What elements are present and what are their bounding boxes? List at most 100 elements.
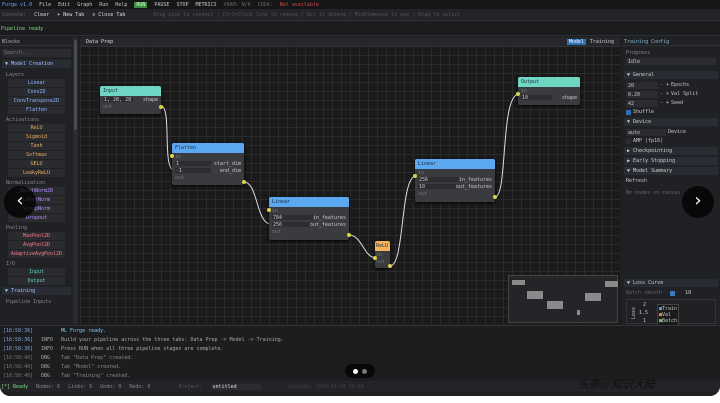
device-section[interactable]: ▼ Device <box>624 118 718 126</box>
log-timestamp: [16:58:40] <box>3 364 34 370</box>
canvas-minimap[interactable] <box>508 275 618 323</box>
node-linear-2[interactable]: Linear in 256 in_features 10 out_features … <box>413 159 497 202</box>
input-pin[interactable] <box>413 174 417 178</box>
output-pin[interactable] <box>159 105 163 109</box>
log-level: INFO <box>41 346 54 352</box>
block-input[interactable]: Input <box>8 268 65 276</box>
pause-button[interactable]: PAUSE <box>154 2 169 8</box>
vram-readout: VRAM: N/A <box>223 1 251 8</box>
project-name-input[interactable]: untitled <box>210 383 261 390</box>
pipeline-inputs-label: Pipeline Inputs <box>6 299 52 305</box>
start-dim-field[interactable]: 1 <box>175 161 212 167</box>
project-label: Project: <box>178 383 203 390</box>
model-creation-section[interactable]: ▼ Model Creation <box>2 60 71 68</box>
batch-smooth-slider[interactable] <box>670 290 676 296</box>
block-relu[interactable]: ReLU <box>8 124 65 132</box>
block-softmax[interactable]: Softmax <box>8 151 65 159</box>
clear-button[interactable]: Clear <box>34 12 49 18</box>
shape-field[interactable]: 1, 28, 28 <box>103 97 134 103</box>
node-relu[interactable]: ReLU in out <box>373 241 392 268</box>
device-select[interactable]: auto <box>626 128 666 136</box>
block-sigmoid[interactable]: Sigmoid <box>8 133 65 141</box>
page-dot-2[interactable] <box>362 368 367 374</box>
node-title: ReLU <box>375 241 390 251</box>
amp-label: AMP (fp16) <box>633 138 664 144</box>
node-input[interactable]: Input 1, 28, 28 shape out <box>100 86 163 114</box>
val-split-stepper[interactable]: - + <box>660 91 669 97</box>
node-flatten[interactable]: Flatten in 1 start_dim -1 end_dim out <box>170 143 246 185</box>
output-pin[interactable] <box>388 264 392 268</box>
block-convtranspose2d[interactable]: ConvTranspose2D <box>8 97 65 105</box>
prev-arrow-button[interactable]: ‹ <box>4 186 36 218</box>
block-conv2d[interactable]: Conv2D <box>8 88 65 96</box>
general-section[interactable]: ▼ General <box>624 71 718 79</box>
ytick: 1.5 <box>639 310 649 316</box>
log-timestamp: [16:58:36] <box>3 346 34 352</box>
menu-graph[interactable]: Graph <box>77 2 92 8</box>
metrics-button[interactable]: METRICS <box>195 2 216 8</box>
node-linear-1[interactable]: Linear in 784 in_features 256 out_features… <box>267 197 351 240</box>
seed-stepper[interactable]: - + <box>660 100 669 106</box>
menu-help[interactable]: Help <box>115 2 127 8</box>
input-pin[interactable] <box>373 256 377 260</box>
training-section[interactable]: ▼ Training <box>2 287 71 295</box>
epochs-stepper[interactable]: - + <box>660 82 669 88</box>
output-pin[interactable] <box>242 180 246 184</box>
blocks-search-input[interactable]: Search... <box>2 49 71 57</box>
stop-button[interactable]: STOP <box>176 2 188 8</box>
new-tab-button[interactable]: + New Tab <box>57 12 84 18</box>
input-pin[interactable] <box>267 208 271 212</box>
out-features-field[interactable]: 10 <box>418 184 456 190</box>
log-level: DBG <box>41 355 51 361</box>
ytick: 2 <box>643 302 647 308</box>
page-dot-1[interactable] <box>353 368 358 374</box>
early-stopping-section[interactable]: ▶ Early Stopping <box>624 157 718 165</box>
amp-checkbox[interactable] <box>626 138 631 144</box>
block-tanh[interactable]: Tanh <box>8 142 65 150</box>
out-features-field[interactable]: 256 <box>272 222 310 228</box>
input-pin[interactable] <box>516 92 520 96</box>
tab-model[interactable]: Model <box>566 39 586 45</box>
run-button[interactable]: RUN <box>134 1 148 8</box>
output-pin[interactable] <box>347 233 351 237</box>
ytick: 1 <box>643 318 647 324</box>
pipeline-status: Pipeline ready <box>0 22 720 36</box>
block-adaptiveavgpool2d[interactable]: AdaptiveAvgPool2D <box>8 250 65 258</box>
pager-dots <box>345 364 375 378</box>
block-output[interactable]: Output <box>8 277 65 285</box>
block-flatten[interactable]: Flatten <box>8 106 65 114</box>
in-features-field[interactable]: 256 <box>418 177 459 183</box>
seed-input[interactable]: 42 <box>626 99 658 107</box>
in-features-field[interactable]: 784 <box>272 215 313 221</box>
menu-edit[interactable]: Edit <box>58 2 70 8</box>
epochs-input[interactable]: 20 <box>626 81 658 89</box>
node-output[interactable]: Output in 10 shape <box>516 77 580 105</box>
batch-smooth-value: 10 <box>685 290 692 296</box>
end-dim-field[interactable]: -1 <box>175 168 212 174</box>
tab-training[interactable]: Training <box>588 39 616 45</box>
refresh-button[interactable]: Refresh <box>626 177 716 185</box>
close-tab-button[interactable]: x Close Tab <box>92 12 125 18</box>
loss-curve-section[interactable]: ▼ Loss Curve <box>624 279 718 287</box>
block-leakyrelu[interactable]: LeakyReLU <box>8 169 65 177</box>
block-linear[interactable]: Linear <box>8 79 65 87</box>
block-maxpool2d[interactable]: MaxPool2D <box>8 232 65 240</box>
block-gelu[interactable]: GELU <box>8 160 65 168</box>
blocks-scrollbar[interactable] <box>73 37 78 324</box>
ready-status: [*] Ready <box>1 383 29 390</box>
input-pin[interactable] <box>170 154 174 158</box>
shuffle-checkbox[interactable] <box>626 109 631 115</box>
block-avgpool2d[interactable]: AvgPool2D <box>8 241 65 249</box>
in-pin-label: in <box>376 252 383 258</box>
shape-field[interactable]: 10 <box>521 95 552 101</box>
menu-run[interactable]: Run <box>99 2 108 8</box>
output-pin[interactable] <box>493 195 497 199</box>
log-level <box>41 328 53 337</box>
param-label: end_dim <box>219 168 241 174</box>
model-summary-section[interactable]: ▼ Model Summary <box>624 167 718 175</box>
menu-file[interactable]: File <box>39 2 51 8</box>
val-split-input[interactable]: 0.20 <box>626 90 658 98</box>
checkpointing-section[interactable]: ▶ Checkpointing <box>624 147 718 155</box>
next-arrow-button[interactable]: › <box>682 186 714 218</box>
log-message: Tab "Model" created. <box>61 364 122 370</box>
